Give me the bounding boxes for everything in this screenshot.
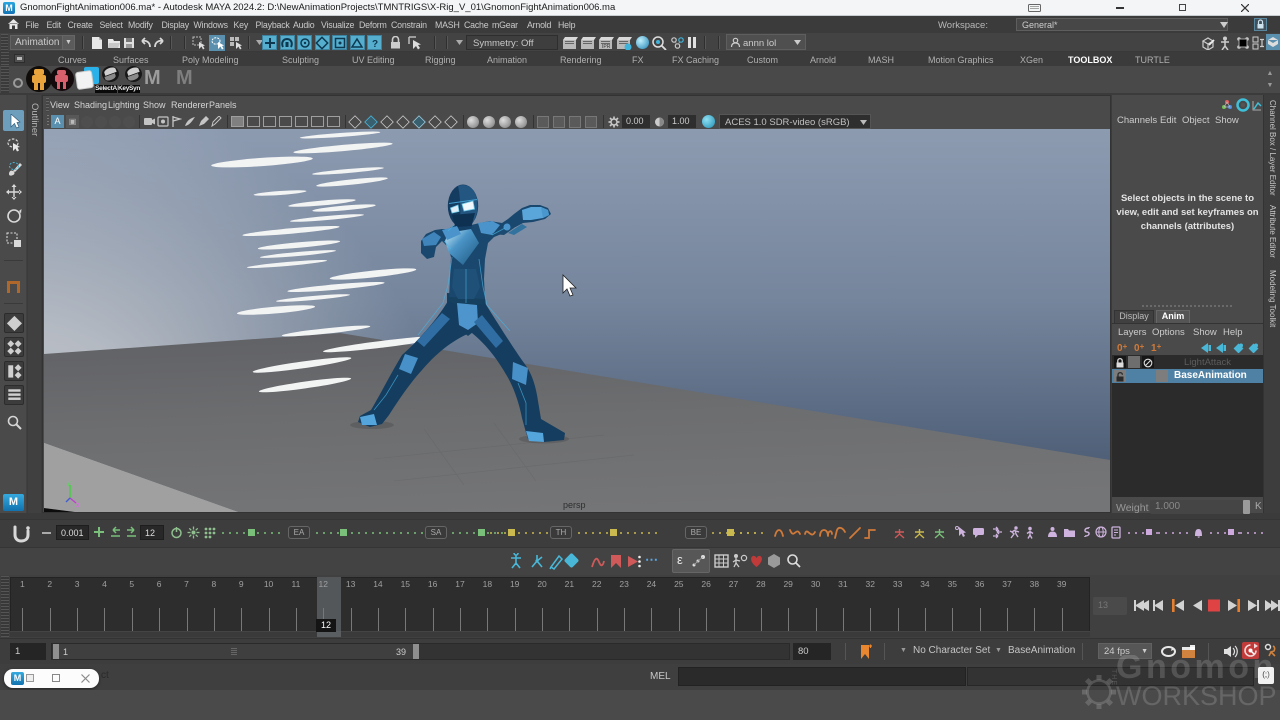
- svg-text:IPR: IPR: [602, 44, 611, 50]
- svg-text:?: ?: [372, 39, 378, 50]
- svg-text:persp: persp: [563, 500, 586, 510]
- svg-text:y: y: [67, 480, 71, 487]
- svg-text:x: x: [76, 502, 80, 509]
